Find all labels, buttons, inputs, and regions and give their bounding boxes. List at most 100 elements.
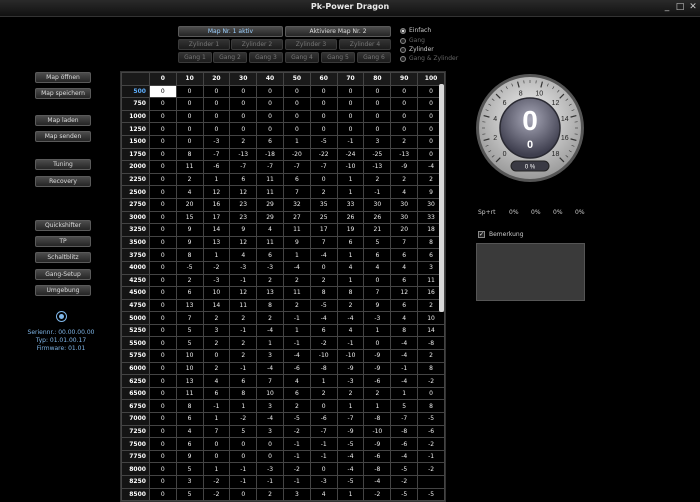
table-cell[interactable]: -3	[229, 260, 258, 275]
zylinder-4-button[interactable]: Zylinder 4	[339, 39, 391, 50]
table-cell[interactable]: 2	[229, 336, 258, 351]
table-cell[interactable]: -7	[309, 160, 338, 174]
table-cell[interactable]: 0	[148, 147, 177, 162]
table-cell[interactable]: -25	[363, 147, 392, 162]
table-cell[interactable]: -6	[202, 160, 231, 174]
table-cell[interactable]: -7	[336, 412, 365, 426]
table-cell[interactable]: 4	[202, 374, 231, 388]
table-cell[interactable]: 0	[148, 336, 177, 351]
table-cell[interactable]: -18	[256, 147, 284, 162]
row-header[interactable]: 5000	[121, 311, 150, 325]
table-cell[interactable]: 7	[309, 235, 338, 250]
table-cell[interactable]: -1	[202, 399, 231, 414]
table-cell[interactable]: 7	[202, 424, 231, 439]
mode-einfach-radio[interactable]: Einfach	[400, 27, 431, 34]
table-cell[interactable]: 0	[256, 122, 284, 136]
table-cell[interactable]: 1	[282, 248, 311, 262]
table-cell[interactable]: -4	[256, 323, 284, 338]
table-cell[interactable]: -1	[309, 449, 338, 464]
table-cell[interactable]: 0	[175, 109, 204, 124]
table-cell[interactable]: -13	[229, 147, 258, 162]
table-cell[interactable]: 29	[256, 197, 284, 212]
table-cell[interactable]: 5	[175, 462, 204, 476]
table-cell[interactable]: -7	[256, 160, 284, 174]
zylinder-3-button[interactable]: Zylinder 3	[285, 39, 337, 50]
table-cell[interactable]: 12	[390, 286, 419, 300]
table-cell[interactable]: 2	[229, 311, 258, 325]
table-cell[interactable]: -1	[309, 437, 338, 451]
table-cell[interactable]: -5	[309, 134, 338, 149]
table-cell[interactable]: -8	[309, 361, 338, 376]
table-cell[interactable]: -9	[336, 361, 365, 376]
table-cell[interactable]: 8	[175, 399, 204, 414]
table-cell[interactable]: -6	[282, 361, 311, 376]
table-cell[interactable]: 0	[309, 462, 338, 476]
table-cell[interactable]: 0	[148, 97, 177, 111]
table-cell[interactable]: -2	[390, 475, 419, 489]
table-cell[interactable]: 6	[390, 298, 419, 313]
table-cell[interactable]: 0	[282, 109, 311, 124]
row-header[interactable]: 8250	[121, 475, 150, 489]
table-cell[interactable]: 27	[282, 210, 311, 225]
table-cell[interactable]: 29	[256, 210, 284, 225]
table-cell[interactable]: -1	[282, 336, 311, 351]
table-cell[interactable]: 12	[229, 235, 258, 250]
table-cell[interactable]: 0	[390, 97, 419, 111]
row-header[interactable]: 1750	[121, 147, 150, 162]
table-cell[interactable]: 2	[282, 399, 311, 414]
table-cell[interactable]: 2	[363, 386, 392, 401]
row-header[interactable]: 2250	[121, 172, 150, 187]
row-header[interactable]: 6000	[121, 361, 150, 376]
table-cell[interactable]: 0	[363, 122, 392, 136]
table-cell[interactable]: 4	[390, 260, 419, 275]
table-cell[interactable]: 12	[229, 286, 258, 300]
mode-zylinder-radio[interactable]: Zylinder	[400, 46, 434, 53]
table-cell[interactable]: -1	[256, 475, 284, 489]
table-cell[interactable]: -4	[363, 475, 392, 489]
gang-5-button[interactable]: Gang 5	[321, 52, 355, 63]
table-cell[interactable]: 5	[363, 235, 392, 250]
map-oeffnen-button[interactable]: Map öffnen	[35, 72, 91, 83]
table-cell[interactable]: 0	[256, 437, 284, 451]
table-cell[interactable]	[417, 475, 445, 489]
table-cell[interactable]: -3	[336, 374, 365, 388]
row-header[interactable]: 4250	[121, 273, 150, 288]
table-cell[interactable]: -1	[282, 475, 311, 489]
table-cell[interactable]: 14	[202, 298, 231, 313]
table-cell[interactable]: 0	[148, 197, 177, 212]
table-cell[interactable]: 5	[175, 487, 204, 501]
table-cell[interactable]: 0	[256, 449, 284, 464]
table-cell[interactable]: 9	[175, 235, 204, 250]
table-cell[interactable]: -2	[363, 487, 392, 501]
table-cell[interactable]: 0	[148, 475, 177, 489]
table-cell[interactable]: 0	[148, 323, 177, 338]
table-cell[interactable]: 17	[309, 223, 338, 237]
table-cell[interactable]: 0	[175, 84, 204, 99]
map1-button[interactable]: Map Nr. 1 aktiv	[178, 26, 283, 37]
row-header[interactable]: 8500	[121, 487, 150, 501]
table-cell[interactable]: 10	[175, 349, 204, 363]
table-cell[interactable]: 11	[282, 223, 311, 237]
row-header[interactable]: 1250	[121, 122, 150, 136]
table-cell[interactable]: 0	[148, 437, 177, 451]
table-cell[interactable]: 3	[202, 323, 231, 338]
table-cell[interactable]: 0	[202, 109, 231, 124]
table-cell[interactable]: 0	[363, 109, 392, 124]
table-cell[interactable]: 0	[148, 235, 177, 250]
table-cell[interactable]: 26	[336, 210, 365, 225]
table-cell[interactable]: 26	[363, 210, 392, 225]
table-cell[interactable]: -3	[202, 273, 231, 288]
table-cell[interactable]: 0	[309, 122, 338, 136]
row-header[interactable]: 5250	[121, 323, 150, 338]
table-cell[interactable]: 0	[229, 97, 258, 111]
table-cell[interactable]: 0	[148, 462, 177, 476]
table-cell[interactable]: 17	[202, 210, 231, 225]
table-cell[interactable]: -7	[202, 147, 231, 162]
table-cell[interactable]: 1	[363, 399, 392, 414]
table-cell[interactable]: 5	[175, 336, 204, 351]
table-cell[interactable]: -6	[363, 449, 392, 464]
table-cell[interactable]: -5	[336, 475, 365, 489]
table-cell[interactable]: 0	[148, 424, 177, 439]
table-cell[interactable]: -9	[363, 361, 392, 376]
table-cell[interactable]: 0	[256, 84, 284, 99]
